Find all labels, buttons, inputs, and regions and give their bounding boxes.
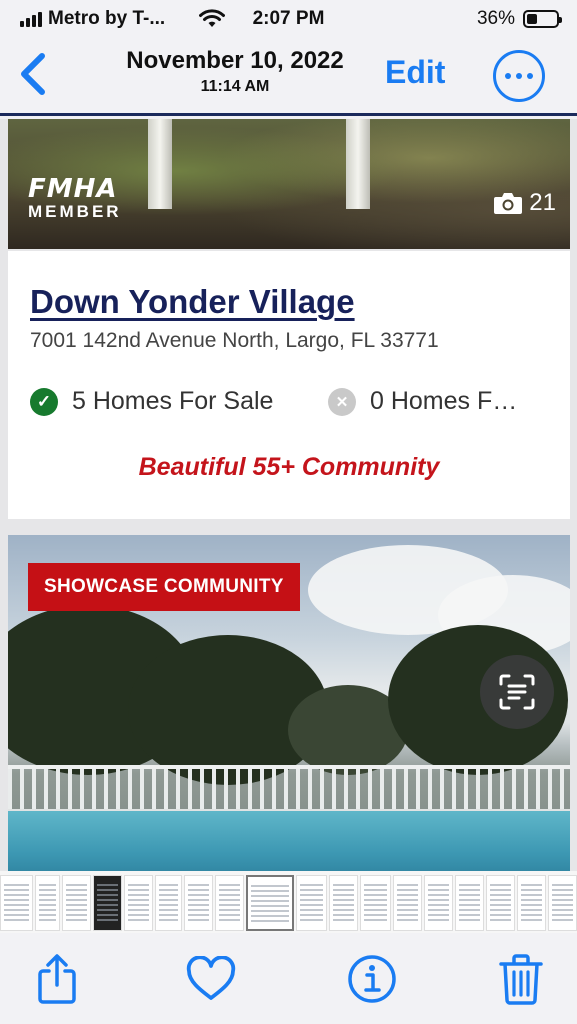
heart-icon — [186, 956, 236, 1000]
more-options-button[interactable] — [493, 50, 545, 102]
pool-water — [8, 811, 570, 871]
check-circle-icon: ✓ — [30, 387, 58, 416]
battery-percent: 36% — [476, 8, 515, 29]
pool-fence — [8, 765, 570, 813]
favorite-button[interactable] — [183, 951, 239, 1007]
info-icon — [348, 955, 396, 1003]
nav-bar: November 10, 2022 11:14 AM Edit — [0, 40, 577, 116]
homes-for-sale: ✓ 5 Homes For Sale — [30, 387, 273, 416]
x-circle-icon: ✕ — [328, 387, 356, 416]
ellipsis-icon — [505, 73, 511, 79]
edit-button[interactable]: Edit — [385, 54, 445, 91]
homes-for-rent: ✕ 0 Homes F… — [328, 387, 517, 416]
thumbnail[interactable] — [329, 875, 359, 931]
community-title-link[interactable]: Down Yonder Village — [30, 283, 355, 321]
thumbnail[interactable] — [455, 875, 485, 931]
thumbnail[interactable] — [183, 875, 213, 931]
thumbnail[interactable] — [61, 875, 91, 931]
share-button[interactable] — [29, 951, 85, 1007]
homes-for-sale-label: 5 Homes For Sale — [72, 387, 274, 415]
battery-icon — [523, 10, 562, 28]
thumbnail[interactable] — [296, 875, 328, 931]
fmha-member-badge: FMHA MEMBER — [28, 174, 122, 222]
status-right: 36% — [476, 8, 562, 30]
live-text-icon — [499, 674, 535, 710]
thumbnail-selected[interactable] — [245, 875, 295, 931]
thumbnail[interactable] — [393, 875, 423, 931]
thumbnail[interactable] — [424, 875, 454, 931]
community-photo-top: FMHA MEMBER 21 — [8, 119, 570, 249]
share-icon — [38, 954, 76, 1004]
trash-icon — [499, 954, 543, 1005]
thumbnail[interactable] — [0, 875, 33, 931]
thumbnail[interactable] — [34, 875, 60, 931]
thumbnail[interactable] — [360, 875, 392, 931]
thumbnail[interactable] — [486, 875, 516, 931]
listing-card: Down Yonder Village 7001 142nd Avenue No… — [8, 251, 570, 519]
thumbnail[interactable] — [214, 875, 244, 931]
fmha-member-text: MEMBER — [28, 202, 122, 221]
thumbnail[interactable] — [92, 875, 122, 931]
info-button[interactable] — [344, 951, 400, 1007]
community-tagline: Beautiful 55+ Community — [138, 453, 440, 481]
photo-content[interactable]: FMHA MEMBER 21 Down Yonder Village 7001 … — [0, 119, 577, 871]
thumbnail[interactable] — [123, 875, 153, 931]
showcase-community-badge: SHOWCASE COMMUNITY — [28, 563, 300, 611]
thumbnail[interactable] — [548, 875, 577, 931]
thumbnail[interactable] — [154, 875, 182, 931]
status-bar: Metro by T-... 2:07 PM 36% — [0, 0, 577, 40]
homes-for-rent-label: 0 Homes F… — [370, 387, 518, 415]
photo-count: 21 — [493, 189, 556, 217]
camera-icon — [494, 193, 523, 214]
fmha-logo-text: FMHA — [28, 174, 118, 204]
thumbnail[interactable] — [517, 875, 546, 931]
delete-button[interactable] — [493, 951, 549, 1007]
photo-count-value: 21 — [529, 189, 556, 216]
bottom-toolbar — [0, 933, 577, 1024]
live-text-button[interactable] — [480, 655, 554, 729]
thumbnail-strip[interactable] — [0, 871, 577, 933]
community-address: 7001 142nd Avenue North, Largo, FL 33771 — [30, 329, 439, 352]
